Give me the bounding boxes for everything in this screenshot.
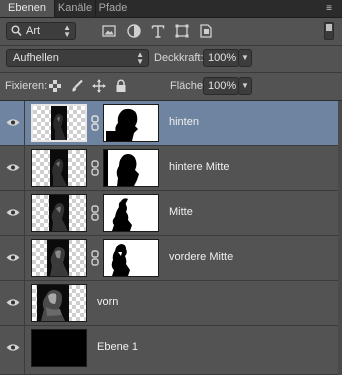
layer-row[interactable]: Mitte [0, 191, 342, 236]
visibility-toggle[interactable] [0, 191, 25, 236]
visibility-toggle[interactable] [0, 281, 25, 326]
layer-row[interactable]: Ebene 1 [0, 326, 342, 375]
lock-image-pixels-icon[interactable] [70, 79, 84, 93]
eye-icon [6, 119, 20, 126]
layer-thumbnail[interactable] [31, 194, 87, 232]
panel-tab-bar: Ebenen Kanäle Pfade ≡ [0, 0, 342, 18]
eye-icon [6, 344, 20, 351]
mask-silhouette-image [104, 150, 139, 186]
layer-mask-thumbnail[interactable] [103, 194, 159, 232]
layer-thumbnail[interactable] [31, 104, 87, 142]
layer-row[interactable]: hintere Mitte [0, 146, 342, 191]
portrait-thumbnail-image [51, 106, 67, 140]
lock-label: Fixieren: [5, 80, 48, 92]
lock-transparency-icon[interactable] [48, 79, 62, 93]
eye-icon [6, 254, 20, 261]
layer-thumbnail[interactable] [31, 329, 87, 367]
link-chain-icon[interactable] [91, 205, 99, 221]
search-icon [11, 25, 22, 37]
layer-name[interactable]: vordere Mitte [169, 251, 233, 263]
layer-name[interactable]: hintere Mitte [169, 161, 230, 173]
panel-menu-icon[interactable]: ≡ [322, 3, 336, 14]
chevron-updown-icon: ▲ ▼ [63, 23, 71, 39]
chevron-updown-icon: ▲ ▼ [136, 50, 144, 66]
mask-silhouette-image [111, 244, 130, 276]
blend-mode-select[interactable]: Aufhellen ▲ ▼ [6, 49, 149, 67]
layers-list: hinten hintere Mitte Mitte vordere Mitte… [0, 101, 342, 375]
layer-row[interactable]: vorn [0, 281, 342, 326]
blend-mode-value: Aufhellen [13, 52, 59, 64]
visibility-toggle[interactable] [0, 236, 25, 281]
layer-thumbnail[interactable] [31, 239, 87, 277]
opacity-label: Deckkraft: [154, 52, 204, 64]
layer-row[interactable]: vordere Mitte [0, 236, 342, 281]
layer-thumbnail[interactable] [31, 284, 87, 322]
layer-thumbnail[interactable] [31, 149, 87, 187]
visibility-toggle[interactable] [0, 146, 25, 191]
toggle-knob [326, 24, 332, 31]
image-filter-icon[interactable] [100, 22, 118, 40]
layer-mask-thumbnail[interactable] [103, 149, 159, 187]
layers-scrollbar[interactable] [338, 101, 342, 375]
layer-mask-thumbnail[interactable] [103, 239, 159, 277]
portrait-thumbnail-image [47, 240, 69, 276]
filter-toggle-switch[interactable] [324, 22, 334, 40]
layer-mask-thumbnail[interactable] [103, 104, 159, 142]
filter-kind-label: Art [26, 25, 41, 37]
portrait-thumbnail-image [49, 195, 69, 231]
layer-row[interactable]: hinten [0, 101, 342, 146]
portrait-thumbnail-image [37, 285, 69, 321]
eye-icon [6, 164, 20, 171]
opacity-input[interactable]: 100% [203, 49, 239, 67]
fill-label: Fläche: [170, 80, 207, 92]
link-chain-icon[interactable] [91, 250, 99, 266]
lock-all-icon[interactable] [114, 79, 128, 93]
link-chain-icon[interactable] [91, 115, 99, 131]
portrait-thumbnail-image [50, 150, 68, 186]
divider [0, 45, 342, 46]
layer-name[interactable]: hinten [169, 116, 199, 128]
mask-silhouette-image [112, 198, 132, 231]
layer-name[interactable]: Ebene 1 [97, 341, 138, 353]
link-chain-icon[interactable] [91, 160, 99, 176]
fill-input[interactable]: 100% [203, 77, 239, 95]
layer-name[interactable]: vorn [97, 296, 118, 308]
mask-silhouette-image [106, 108, 138, 141]
type-filter-icon[interactable] [149, 22, 167, 40]
eye-icon [6, 299, 20, 306]
layer-filter-bar: Art ▲ ▼ [0, 18, 342, 45]
tab-pfade[interactable]: Pfade [96, 0, 130, 17]
eye-icon [6, 209, 20, 216]
layer-name[interactable]: Mitte [169, 206, 193, 218]
shape-filter-icon[interactable] [173, 22, 191, 40]
opacity-dropdown-button[interactable]: ▼ [238, 49, 252, 67]
fill-dropdown-button[interactable]: ▼ [238, 77, 252, 95]
visibility-toggle[interactable] [0, 101, 25, 146]
adjustment-filter-icon[interactable] [125, 22, 143, 40]
filter-kind-select[interactable]: Art ▲ ▼ [6, 22, 76, 40]
divider [0, 72, 342, 73]
tab-kanaele[interactable]: Kanäle [55, 0, 96, 17]
visibility-toggle[interactable] [0, 326, 25, 375]
tab-ebenen[interactable]: Ebenen [0, 0, 55, 17]
lock-position-icon[interactable] [92, 79, 106, 93]
smartobject-filter-icon[interactable] [197, 22, 215, 40]
